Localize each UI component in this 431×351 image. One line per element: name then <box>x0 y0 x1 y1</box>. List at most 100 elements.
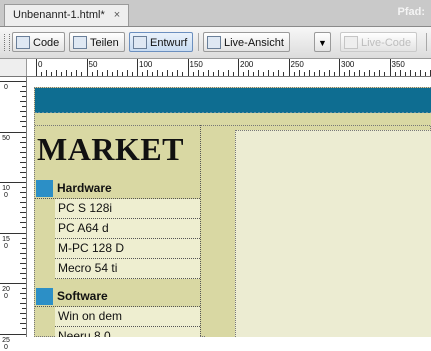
ruler-tick <box>212 72 214 76</box>
ruler-tick <box>0 81 26 82</box>
ruler-origin-corner[interactable] <box>0 59 27 76</box>
category-sidebar[interactable]: Hardware PC S 128i PC A64 d M-PC 128 D M… <box>35 179 200 337</box>
ruler-number: 50 <box>2 134 10 142</box>
ruler-number: 100 <box>2 185 10 199</box>
design-canvas[interactable]: MARKET Hardware PC S 128i PC A64 d M-PC … <box>27 77 431 337</box>
ruler-tick <box>268 70 270 76</box>
ruler-tick <box>354 72 356 76</box>
ruler-tick <box>22 197 26 199</box>
code-view-button[interactable]: Code <box>12 32 66 52</box>
ruler-tick <box>0 131 26 133</box>
ruler-tick <box>359 70 361 76</box>
ruler-tick <box>22 176 26 178</box>
list-item[interactable]: PC A64 d <box>55 219 200 239</box>
ruler-tick <box>121 72 123 76</box>
ruler-tick <box>374 72 376 76</box>
ruler-tick <box>22 146 26 148</box>
ruler-number: 150 <box>189 60 203 69</box>
ruler-tick <box>20 303 26 305</box>
split-view-icon <box>73 36 87 49</box>
header-banner[interactable] <box>35 88 431 114</box>
design-view-button[interactable]: Entwurf <box>129 32 194 52</box>
ruler-tick <box>36 59 37 76</box>
document-tab-title: Unbenannt-1.html* <box>13 9 105 21</box>
live-view-button[interactable]: Live-Ansicht <box>203 32 290 52</box>
ruler-tick <box>20 171 26 173</box>
horizontal-ruler[interactable]: 0 50 100 150 200 250 300 350 <box>0 59 431 77</box>
ruler-tick <box>298 70 300 76</box>
list-item-label: PC S 128i <box>58 201 113 215</box>
ruler-tick <box>419 70 421 76</box>
ruler-tick <box>227 70 229 76</box>
ruler-tick <box>20 212 26 214</box>
ruler-tick <box>86 59 88 76</box>
close-tab-icon[interactable]: × <box>114 9 120 21</box>
ruler-tick <box>22 308 26 310</box>
vertical-ruler[interactable]: 0 50 100 150 200 250 <box>0 77 27 351</box>
toolbar-separator <box>426 33 427 51</box>
ruler-tick <box>22 106 26 108</box>
ruler-tick <box>217 70 219 76</box>
toolbar-separator <box>198 33 199 51</box>
ruler-tick <box>308 70 310 76</box>
ruler-tick <box>253 72 255 76</box>
ruler-tick <box>66 70 68 76</box>
ruler-tick <box>0 283 26 284</box>
ruler-number: 300 <box>341 60 355 69</box>
list-item[interactable]: Win on dem <box>55 307 200 327</box>
ruler-tick <box>22 277 26 279</box>
category-header[interactable]: Hardware <box>35 179 200 199</box>
ruler-tick <box>22 217 26 219</box>
ruler-tick <box>152 72 154 76</box>
ruler-tick <box>349 70 351 76</box>
ruler-tick <box>22 298 26 300</box>
ruler-number: 200 <box>2 286 10 300</box>
ruler-tick <box>46 70 48 76</box>
list-item-label: Mecro 54 ti <box>58 261 118 275</box>
ruler-tick <box>61 72 63 76</box>
ruler-tick <box>20 202 26 204</box>
ruler-tick <box>20 242 26 244</box>
ruler-number: 0 <box>38 60 43 69</box>
category-header[interactable]: Software <box>35 287 200 307</box>
column-gutter[interactable] <box>205 130 235 337</box>
ruler-tick <box>22 207 26 209</box>
ruler-tick <box>384 72 386 76</box>
ruler-tick <box>81 72 83 76</box>
document-tab[interactable]: Unbenannt-1.html* × <box>4 4 130 26</box>
live-code-button[interactable]: Live-Code <box>340 32 418 52</box>
ruler-tick <box>20 161 26 163</box>
ruler-tick <box>187 59 189 76</box>
ruler-tick <box>202 72 204 76</box>
ruler-tick <box>243 72 245 76</box>
live-view-dropdown-arrow-icon[interactable]: ▼ <box>314 32 331 52</box>
ruler-number: 50 <box>88 60 98 69</box>
ruler-tick <box>22 267 26 269</box>
ruler-tick <box>20 293 26 295</box>
ruler-tick <box>303 72 305 76</box>
list-item[interactable]: PC S 128i <box>55 199 200 219</box>
ruler-tick <box>22 166 26 168</box>
category-label: Hardware <box>57 181 112 195</box>
list-item[interactable]: M-PC 128 D <box>55 239 200 259</box>
ruler-tick <box>22 288 26 290</box>
split-view-label: Teilen <box>90 37 119 49</box>
ruler-tick <box>20 141 26 143</box>
main-content-area[interactable] <box>235 130 431 337</box>
list-item[interactable]: Mecro 54 ti <box>55 259 200 279</box>
ruler-number: 250 <box>290 60 304 69</box>
left-column[interactable]: MARKET Hardware PC S 128i PC A64 d M-PC … <box>35 125 200 337</box>
split-view-button[interactable]: Teilen <box>69 32 125 52</box>
ruler-tick <box>20 121 26 123</box>
ruler-tick <box>20 111 26 113</box>
list-item[interactable]: Neeru 8.0 <box>55 327 200 337</box>
ruler-tick <box>328 70 330 76</box>
ruler-tick <box>0 333 26 335</box>
toolbar-grip-icon[interactable] <box>4 34 10 51</box>
ruler-tick <box>22 237 26 239</box>
ruler-tick <box>172 72 174 76</box>
code-view-label: Code <box>33 37 60 49</box>
ruler-tick <box>424 72 426 76</box>
ruler-tick <box>20 272 26 274</box>
page-container[interactable]: MARKET Hardware PC S 128i PC A64 d M-PC … <box>34 87 431 337</box>
